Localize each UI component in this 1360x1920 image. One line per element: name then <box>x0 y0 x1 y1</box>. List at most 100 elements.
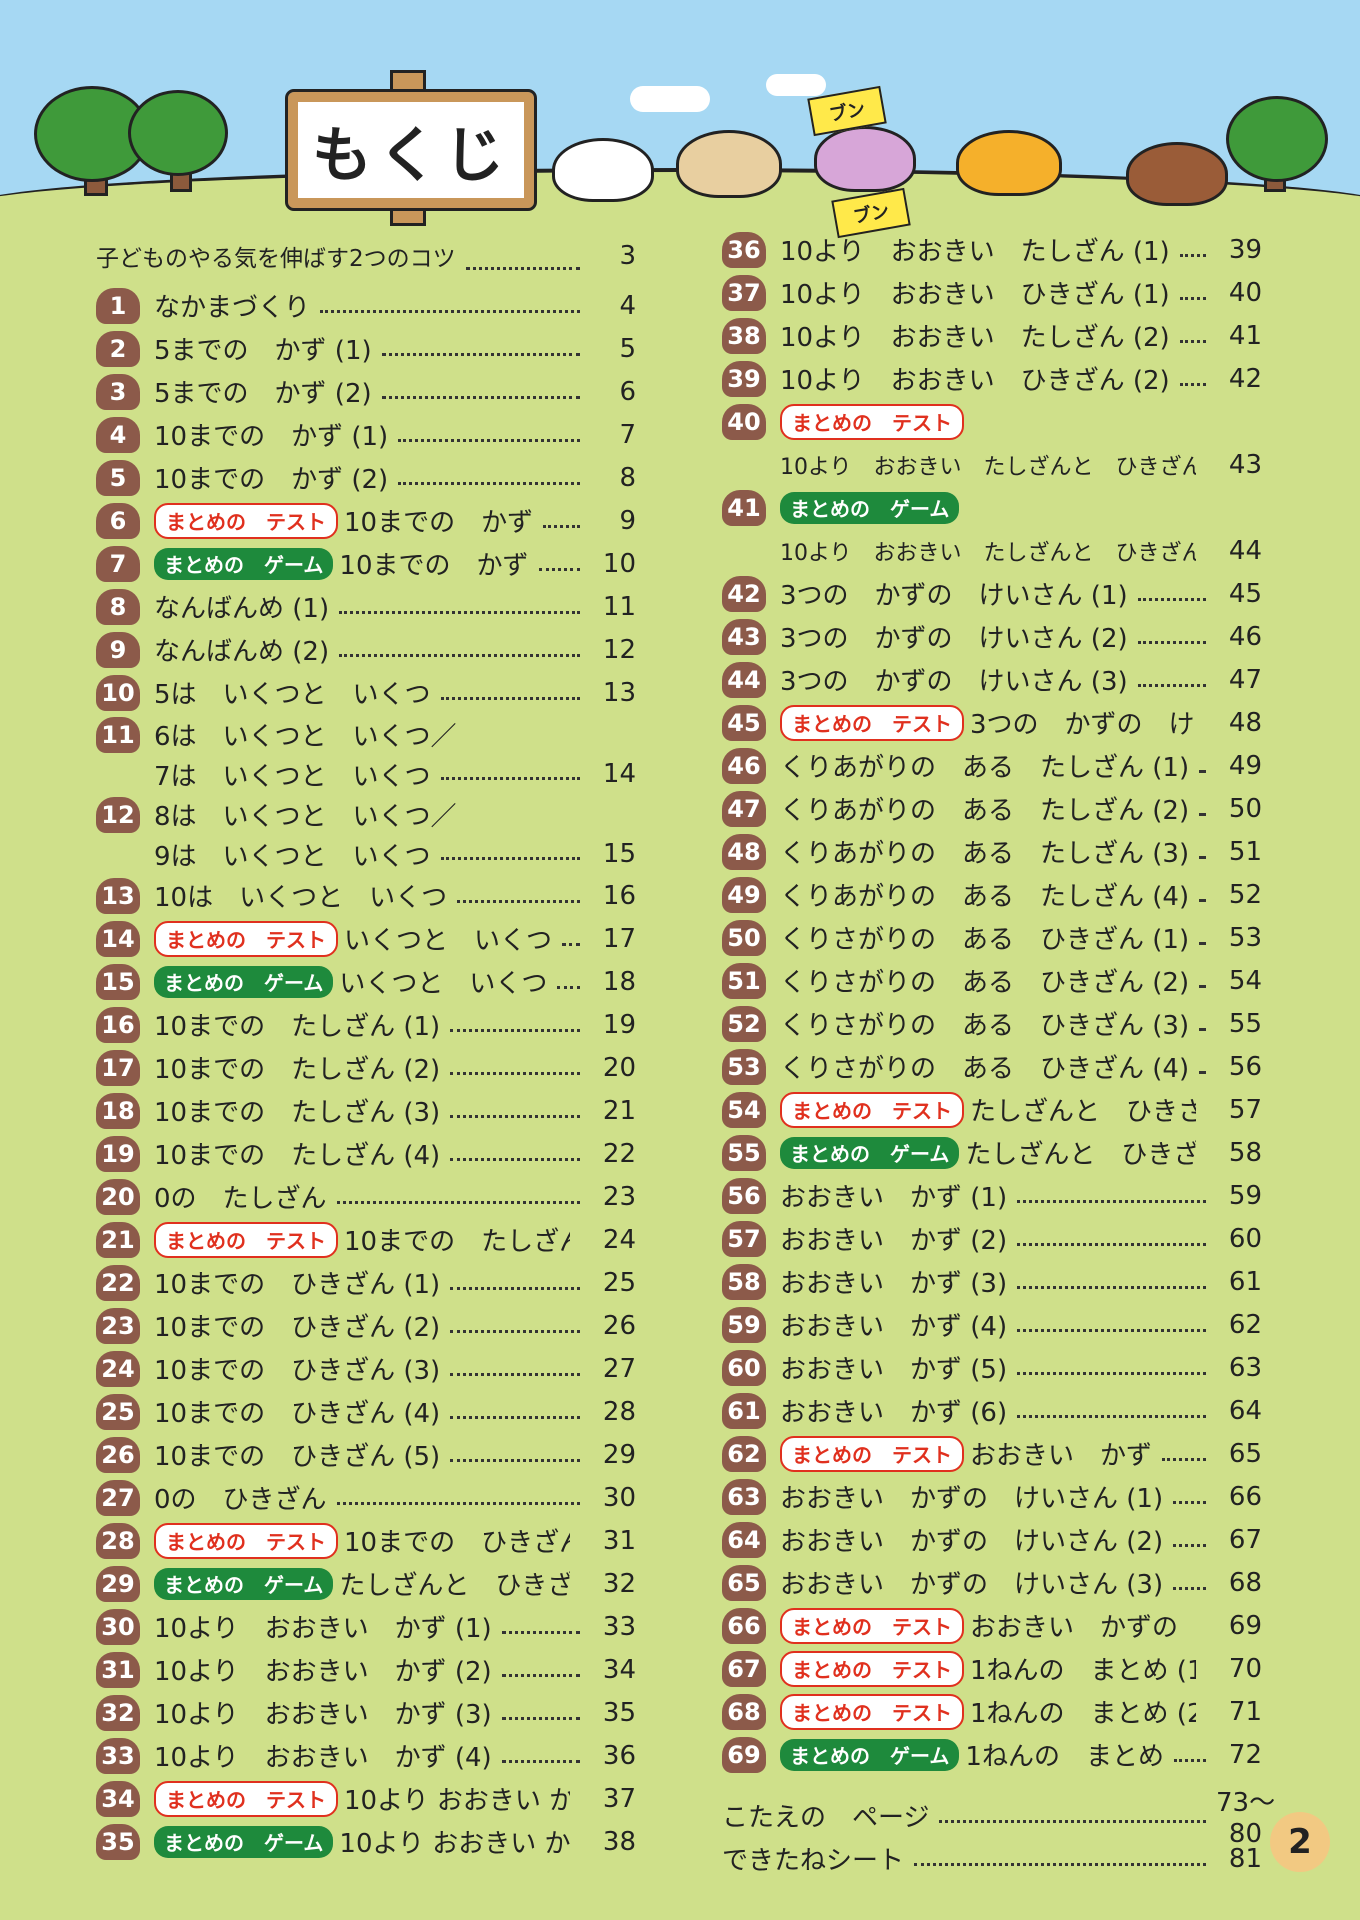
toc-row[interactable]: 65 おおきい かずの けいさん (3) 68 <box>722 1561 1262 1604</box>
toc-row[interactable]: 63 おおきい かずの けいさん (1) 66 <box>722 1475 1262 1518</box>
toc-page-number: 52 <box>1228 879 1262 910</box>
toc-row[interactable]: 46 くりあがりの ある たしざん (1) 49 <box>722 744 1262 787</box>
leader-dots <box>450 1416 580 1419</box>
toc-row[interactable]: 36 10より おおきい たしざん (1) 39 <box>722 228 1262 271</box>
toc-row[interactable]: 57 おおきい かず (2) 60 <box>722 1217 1262 1260</box>
toc-row[interactable]: 52 くりさがりの ある ひきざん (3) 55 <box>722 1002 1262 1045</box>
toc-item-label: なんばんめ (2) <box>154 637 330 667</box>
toc-row[interactable]: 8 なんばんめ (1) 11 <box>96 585 636 628</box>
toc-item-label: くりあがりの ある たしざん (2) <box>780 796 1190 826</box>
toc-row[interactable]: 10 5は いくつと いくつ 13 <box>96 671 636 714</box>
toc-row[interactable]: 3 5までの かず (2) 6 <box>96 370 636 413</box>
toc-row[interactable]: 50 くりさがりの ある ひきざん (1) 53 <box>722 916 1262 959</box>
toc-row[interactable]: 15 まとめの ゲーム いくつと いくつ 18 <box>96 960 636 1003</box>
toc-row[interactable]: 39 10より おおきい ひきざん (2) 42 <box>722 357 1262 400</box>
toc-page-number: 53 <box>1228 922 1262 953</box>
toc-page-number: 37 <box>602 1783 636 1814</box>
toc-item-label: 10より おおきい たしざん (1) <box>780 237 1170 267</box>
toc-row[interactable]: 29 まとめの ゲームたしざんと ひきざん 32 <box>96 1562 636 1605</box>
toc-row[interactable]: 67 まとめの テスト 1ねんの まとめ (1) 70 <box>722 1647 1262 1690</box>
toc-row[interactable]: 11 6は いくつと いくつ／ 7は いくつと いくつ 14 <box>96 714 636 794</box>
toc-item-label: くりあがりの ある たしざん (4) <box>780 882 1190 912</box>
chapter-number-badge: 43 <box>722 618 766 655</box>
toc-row[interactable]: 68 まとめの テスト 1ねんの まとめ (2) 71 <box>722 1690 1262 1733</box>
toc-row[interactable]: 51 くりさがりの ある ひきざん (2) 54 <box>722 959 1262 1002</box>
toc-row[interactable]: 5 10までの かず (2) 8 <box>96 456 636 499</box>
toc-page-number: 28 <box>602 1396 636 1427</box>
toc-row[interactable]: 30 10より おおきい かず (1) 33 <box>96 1605 636 1648</box>
toc-page-number: 7 <box>619 419 636 450</box>
toc-row[interactable]: 18 10までの たしざん (3) 21 <box>96 1089 636 1132</box>
toc-row[interactable]: 26 10までの ひきざん (5) 29 <box>96 1433 636 1476</box>
toc-item-label: 10より おおきい たしざんと ひきざん <box>780 454 1196 480</box>
toc-row[interactable]: 4 10までの かず (1) 7 <box>96 413 636 456</box>
toc-row[interactable]: 61 おおきい かず (6) 64 <box>722 1389 1262 1432</box>
toc-item-label: おおきい かずの けいさん (2) <box>780 1527 1164 1557</box>
toc-row[interactable]: 35 まとめの ゲーム10より おおきい かず 38 <box>96 1820 636 1863</box>
toc-row[interactable]: 31 10より おおきい かず (2) 34 <box>96 1648 636 1691</box>
toc-row[interactable]: 32 10より おおきい かず (3) 35 <box>96 1691 636 1734</box>
toc-row[interactable]: 20 0の たしざん 23 <box>96 1175 636 1218</box>
toc-row[interactable]: 58 おおきい かず (3) 61 <box>722 1260 1262 1303</box>
toc-row[interactable]: 60 おおきい かず (5) 63 <box>722 1346 1262 1389</box>
summary-game-tag: まとめの ゲーム <box>780 1738 960 1771</box>
toc-row[interactable]: 16 10までの たしざん (1) 19 <box>96 1003 636 1046</box>
toc-row[interactable]: 27 0の ひきざん 30 <box>96 1476 636 1519</box>
leader-dots <box>450 1158 580 1161</box>
toc-row[interactable]: こたえの ページ 73〜80 <box>722 1788 1275 1849</box>
toc-row[interactable]: 24 10までの ひきざん (3) 27 <box>96 1347 636 1390</box>
toc-item-label: 10までの ひきざん (3) <box>154 1356 441 1386</box>
toc-row[interactable]: 7 まとめの ゲーム 10までの かず 10 <box>96 542 636 585</box>
toc-row[interactable]: 12 8は いくつと いくつ／ 9は いくつと いくつ 15 <box>96 794 636 874</box>
toc-item-label: 10までの たしざん (1) <box>154 1012 441 1042</box>
toc-row[interactable]: 19 10までの たしざん (4) 22 <box>96 1132 636 1175</box>
chapter-number-badge: 48 <box>722 833 766 870</box>
capybara-illustration <box>814 126 916 192</box>
toc-row[interactable]: 41 まとめの ゲーム <box>722 486 1262 529</box>
leader-dots <box>914 1863 1206 1866</box>
toc-row[interactable]: 53 くりさがりの ある ひきざん (4) 56 <box>722 1045 1262 1088</box>
toc-row[interactable]: 25 10までの ひきざん (4) 28 <box>96 1390 636 1433</box>
leader-dots <box>450 1072 580 1075</box>
toc-row[interactable]: できたねシート 81 <box>722 1837 1262 1880</box>
toc-row[interactable]: 21 まとめの テスト 10までの たしざん 24 <box>96 1218 636 1261</box>
toc-row[interactable]: 33 10より おおきい かず (4) 36 <box>96 1734 636 1777</box>
toc-row[interactable]: 28 まとめの テスト 10までの ひきざん 31 <box>96 1519 636 1562</box>
toc-row[interactable]: 44 3つの かずの けいさん (3) 47 <box>722 658 1262 701</box>
toc-item-label: 子どものやる気を伸ばす2つのコツ <box>96 246 456 272</box>
toc-row[interactable]: 59 おおきい かず (4) 62 <box>722 1303 1262 1346</box>
toc-row[interactable]: 43 3つの かずの けいさん (2) 46 <box>722 615 1262 658</box>
toc-row[interactable]: 47 くりあがりの ある たしざん (2) 50 <box>722 787 1262 830</box>
toc-row-subline[interactable]: 10より おおきい たしざんと ひきざん 44 <box>722 529 1262 572</box>
toc-row[interactable]: 22 10までの ひきざん (1) 25 <box>96 1261 636 1304</box>
toc-row[interactable]: 6 まとめの テスト 10までの かず 9 <box>96 499 636 542</box>
toc-row[interactable]: 2 5までの かず (1) 5 <box>96 327 636 370</box>
cloud-illustration <box>766 74 826 96</box>
toc-row[interactable]: 45 まとめの テスト3つの かずの けいさん 48 <box>722 701 1262 744</box>
toc-row[interactable]: 49 くりあがりの ある たしざん (4) 52 <box>722 873 1262 916</box>
toc-row[interactable]: 55 まとめの ゲームたしざんと ひきざん 58 <box>722 1131 1262 1174</box>
toc-row[interactable]: 56 おおきい かず (1) 59 <box>722 1174 1262 1217</box>
chapter-number-badge: 33 <box>96 1737 140 1774</box>
toc-row[interactable]: 13 10は いくつと いくつ 16 <box>96 874 636 917</box>
toc-row[interactable]: 42 3つの かずの けいさん (1) 45 <box>722 572 1262 615</box>
toc-row[interactable]: 37 10より おおきい ひきざん (1) 40 <box>722 271 1262 314</box>
toc-row[interactable]: 9 なんばんめ (2) 12 <box>96 628 636 671</box>
toc-row[interactable]: 48 くりあがりの ある たしざん (3) 51 <box>722 830 1262 873</box>
toc-row[interactable]: 1 なかまづくり 4 <box>96 284 636 327</box>
toc-row[interactable]: 38 10より おおきい たしざん (2) 41 <box>722 314 1262 357</box>
toc-row[interactable]: 23 10までの ひきざん (2) 26 <box>96 1304 636 1347</box>
toc-row[interactable]: 54 まとめの テストたしざんと ひきざん 57 <box>722 1088 1262 1131</box>
toc-row[interactable]: 69 まとめの ゲーム 1ねんの まとめ 72 <box>722 1733 1262 1776</box>
toc-row[interactable]: 66 まとめの テストおおきい かずの けいさん 69 <box>722 1604 1262 1647</box>
toc-row[interactable]: 62 まとめの テスト おおきい かず 65 <box>722 1432 1262 1475</box>
toc-intro-row[interactable]: 子どものやる気を伸ばす2つのコツ 3 <box>96 228 636 284</box>
chapter-number-badge: 18 <box>96 1092 140 1129</box>
toc-row-subline[interactable]: 10より おおきい たしざんと ひきざん 43 <box>722 443 1262 486</box>
toc-row[interactable]: 17 10までの たしざん (2) 20 <box>96 1046 636 1089</box>
toc-row[interactable]: 14 まとめの テスト いくつと いくつ 17 <box>96 917 636 960</box>
toc-row[interactable]: 40 まとめの テスト <box>722 400 1262 443</box>
toc-row[interactable]: 64 おおきい かずの けいさん (2) 67 <box>722 1518 1262 1561</box>
toc-row[interactable]: 34 まとめの テスト10より おおきい かず 37 <box>96 1777 636 1820</box>
toc-item-label: 5までの かず (1) <box>154 336 372 366</box>
